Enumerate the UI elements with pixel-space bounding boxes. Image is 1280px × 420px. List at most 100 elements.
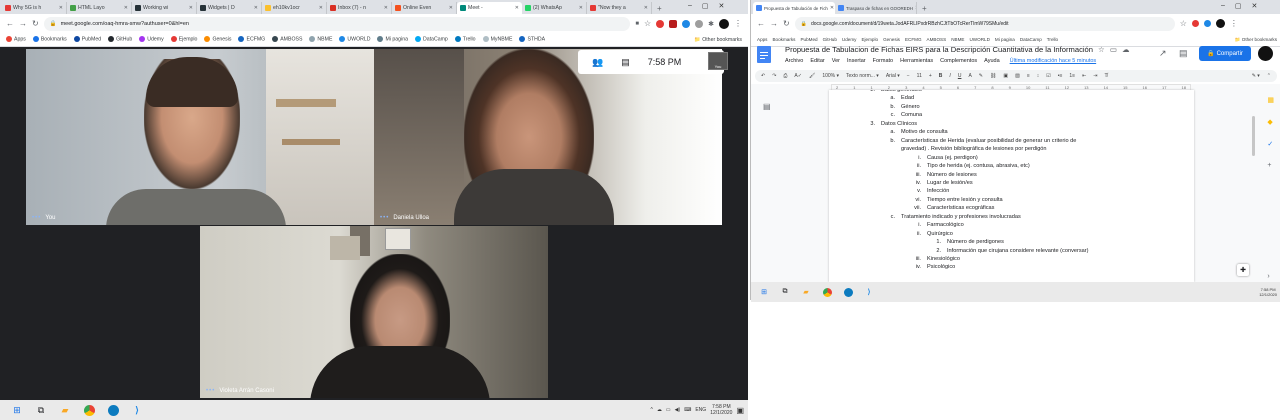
bookmark-item[interactable]: NBME — [309, 36, 332, 43]
video-tile-violeta[interactable]: ••• Violeta Arrán Casoni — [200, 226, 548, 398]
reload-icon[interactable]: ↻ — [783, 19, 790, 28]
bookmark-item[interactable]: Genesis — [883, 37, 900, 42]
doc-list-item[interactable]: 2. Información que cirujana considere rel… — [936, 248, 1088, 254]
browser-tab[interactable]: Propuesta de Tabulación de Fich ✕ — [753, 2, 835, 14]
browser-tab[interactable]: HTML Layo ✕ — [67, 2, 132, 14]
bookmark-item[interactable]: AMBOSS — [272, 36, 302, 43]
browser-tab[interactable]: Traspaso de fichas en GOOREDH✕ — [835, 2, 917, 14]
bullet-list-icon[interactable]: •≡ — [1058, 73, 1063, 79]
bookmark-item[interactable]: DataCamp — [414, 36, 448, 43]
extension-icon[interactable] — [1203, 20, 1211, 27]
doc-list-item[interactable]: 2. Datos generales — [870, 90, 921, 93]
checklist-icon[interactable]: ☑ — [1046, 73, 1050, 79]
edge-icon[interactable] — [841, 285, 855, 299]
close-tab-icon[interactable]: ✕ — [254, 5, 258, 11]
chat-icon[interactable]: ▤ — [621, 57, 630, 68]
keyboard-icon[interactable]: ⌨ — [684, 407, 691, 413]
edge-icon[interactable] — [106, 403, 120, 417]
doc-list-item[interactable]: iv. Lugar de lesión/es — [916, 180, 973, 186]
bookmark-item[interactable]: Bookmarks — [32, 36, 67, 43]
doc-list-item[interactable]: iii. Número de lesiones — [916, 172, 977, 178]
bookmark-item[interactable]: AMBOSS — [927, 37, 947, 42]
scrollbar-thumb[interactable] — [1252, 116, 1255, 156]
bookmark-item[interactable]: Mi pagina — [377, 36, 408, 43]
doc-list-item[interactable]: a. Edad — [890, 95, 914, 101]
doc-list-item[interactable]: i. Causa (ej. perdigon) — [918, 155, 977, 161]
menu-item[interactable]: Herramientas — [900, 58, 933, 64]
doc-list-item[interactable]: 3. Datos Clínicos — [870, 121, 917, 127]
extension-icon[interactable] — [682, 19, 691, 28]
browser-tab[interactable]: Meet - ✕ — [457, 2, 522, 14]
notification-icon[interactable]: ▣ — [736, 406, 744, 415]
underline-icon[interactable]: U — [958, 73, 962, 79]
bookmark-item[interactable]: Ejemplo — [170, 36, 197, 43]
close-tab-icon[interactable]: ✕ — [319, 5, 323, 11]
chrome-icon[interactable] — [82, 403, 96, 417]
menu-icon[interactable]: ⋮ — [1230, 19, 1238, 28]
bookmark-item[interactable]: Trello — [454, 36, 476, 43]
file-explorer-icon[interactable]: ▰ — [799, 285, 813, 299]
bookmark-item[interactable]: UWORLD — [969, 37, 989, 42]
back-icon[interactable]: ← — [757, 19, 765, 28]
comments-icon[interactable]: ▤ — [1179, 48, 1188, 59]
move-folder-icon[interactable]: ▭ — [1110, 45, 1117, 54]
highlight-icon[interactable]: ✎ — [979, 73, 983, 79]
browser-tab[interactable]: Online Even ✕ — [392, 2, 457, 14]
bookmark-item[interactable]: ECFMG — [905, 37, 922, 42]
account-avatar[interactable] — [1258, 46, 1273, 61]
doc-list-item[interactable]: i. Farmacológico — [918, 222, 963, 228]
star-icon[interactable]: ☆ — [644, 19, 651, 28]
close-window-button[interactable]: ✕ — [719, 2, 725, 10]
numbered-list-icon[interactable]: 1≡ — [1069, 73, 1075, 79]
keep-icon[interactable]: ◆ — [1267, 118, 1274, 126]
doc-list-item[interactable]: ii. Tipo de herida (ej. contusa, abrasiva… — [917, 163, 1030, 169]
menu-icon[interactable]: ⋮ — [734, 19, 742, 28]
windows-start-icon[interactable]: ⊞ — [10, 403, 24, 417]
camera-icon[interactable]: ■ — [635, 21, 639, 27]
new-tab-button[interactable]: + — [652, 2, 667, 14]
expand-panel-icon[interactable]: › — [1267, 273, 1274, 280]
docs-logo-icon[interactable] — [757, 46, 771, 63]
bookmark-item[interactable]: Genesis — [204, 36, 231, 43]
browser-tab[interactable]: Inbox (7) - n ✕ — [327, 2, 392, 14]
new-tab-button[interactable]: + — [917, 2, 932, 14]
taskbar-clock[interactable]: 7:58 PM 12/1/2020 — [710, 404, 732, 416]
bookmark-item[interactable]: ECFMG — [238, 36, 265, 43]
video-tile-you[interactable]: ••• You — [26, 49, 374, 225]
doc-list-item[interactable]: ii. Quirúrgico — [917, 231, 953, 237]
doc-list-item[interactable]: v. Infección — [917, 188, 949, 194]
close-tab-icon[interactable]: ✕ — [579, 5, 583, 11]
windows-start-icon[interactable]: ⊞ — [757, 285, 771, 299]
editing-mode-icon[interactable]: ✎ ▾ — [1252, 73, 1260, 79]
bookmark-item[interactable]: Udemy — [842, 37, 857, 42]
menu-item[interactable]: Insertar — [847, 58, 866, 64]
puzzle-icon[interactable]: ✱ — [708, 20, 714, 28]
bookmark-item[interactable]: Mi pagina — [995, 37, 1015, 42]
doc-page[interactable]: 2. Datos generales a. Edad b. Género c. Comuna 3… — [829, 90, 1194, 282]
language-indicator[interactable]: ENG — [695, 407, 706, 413]
undo-icon[interactable]: ↶ — [761, 73, 765, 79]
cloud-icon[interactable]: ☁ — [657, 407, 662, 413]
line-spacing-icon[interactable]: ↕ — [1037, 73, 1040, 79]
forward-icon[interactable]: → — [770, 19, 778, 28]
text-color-icon[interactable]: A — [968, 73, 971, 79]
collapse-menu-icon[interactable]: ⌃ — [1267, 73, 1271, 79]
right-url-bar[interactable]: 🔒 docs.google.com/document/d/19weta.JodA… — [794, 16, 1175, 31]
vscode-icon[interactable]: ⟩ — [130, 403, 144, 417]
redo-icon[interactable]: ↷ — [772, 73, 776, 79]
network-icon[interactable]: ▭ — [666, 407, 671, 413]
doc-list-item[interactable]: iii. Kinesiológico — [916, 256, 960, 262]
forward-icon[interactable]: → — [19, 19, 27, 28]
doc-list-item[interactable]: b. Características de Herida (evaluar pos… — [890, 138, 1076, 144]
indent-increase-icon[interactable]: ⇥ — [1093, 73, 1097, 79]
add-on-icon[interactable]: + — [1267, 162, 1274, 169]
taskbar-clock[interactable]: 7:58 PM 12/1/2020 — [1259, 287, 1277, 297]
menu-item[interactable]: Complementos — [940, 58, 977, 64]
extension-icon[interactable] — [695, 19, 704, 28]
comment-icon[interactable]: ▣ — [1003, 73, 1008, 79]
print-icon[interactable]: ⎙ — [783, 73, 787, 79]
cloud-status-icon[interactable]: ☁ — [1122, 45, 1130, 54]
link-icon[interactable]: ⛓ — [990, 73, 996, 79]
bookmark-item[interactable]: PubMed — [73, 36, 101, 43]
task-view-icon[interactable]: ⧉ — [778, 285, 792, 299]
